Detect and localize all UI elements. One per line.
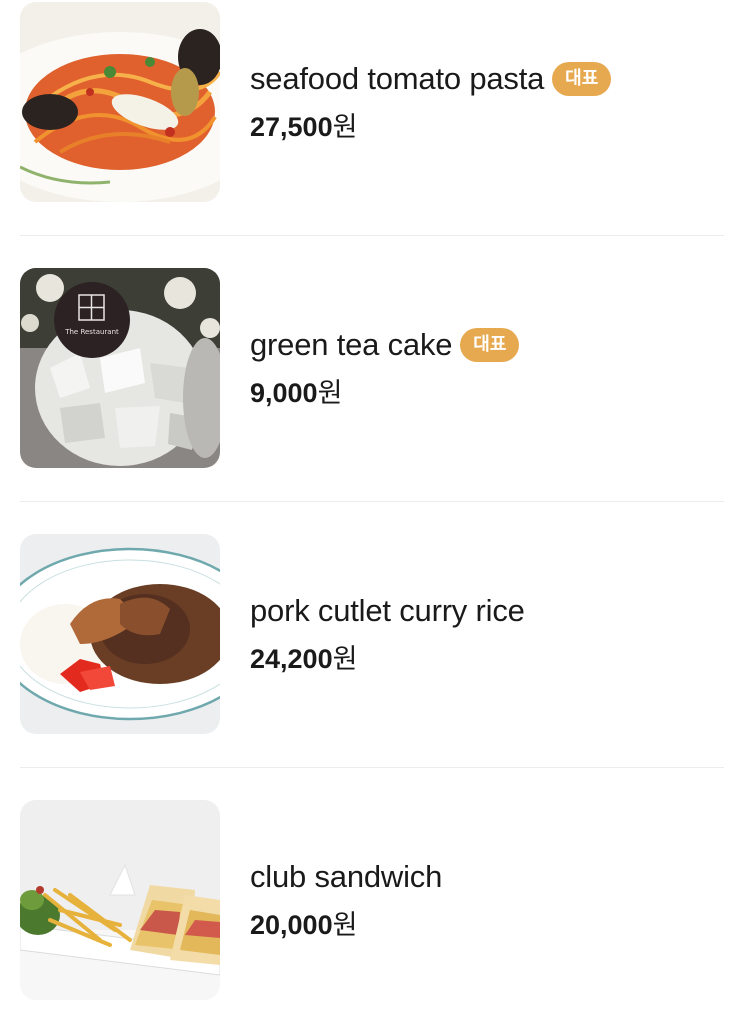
menu-item-price: 24,200 <box>250 644 333 674</box>
restaurant-logo-text: The Restaurant <box>64 328 119 336</box>
menu-item-name: club sandwich <box>250 859 443 894</box>
price-unit: 원 <box>332 910 358 941</box>
menu-item-name: pork cutlet curry rice <box>250 593 525 628</box>
menu-item-price: 27,500 <box>250 112 333 142</box>
menu-item-price: 9,000 <box>250 378 318 408</box>
signature-badge: 대표 <box>460 328 520 362</box>
menu-item-name: seafood tomato pasta <box>250 61 545 96</box>
menu-item-info: green tea cake 대표 9,000 원 <box>250 325 520 409</box>
price-unit: 원 <box>317 378 343 409</box>
menu-item-green-tea-cake[interactable]: The Restaurant green tea cake 대표 9,000 원 <box>20 236 724 502</box>
menu-photo-club-sandwich[interactable] <box>20 800 220 1000</box>
menu-item-price: 20,000 <box>250 910 333 940</box>
menu-item-info: pork cutlet curry rice 24,200 원 <box>250 591 525 675</box>
menu-photo-seafood-pasta[interactable] <box>20 2 220 202</box>
menu-item-seafood-tomato-pasta[interactable]: seafood tomato pasta 대표 27,500 원 <box>20 0 724 236</box>
menu-item-info: club sandwich 20,000 원 <box>250 857 443 941</box>
signature-badge: 대표 <box>552 62 612 96</box>
menu-photo-pork-cutlet-curry[interactable] <box>20 534 220 734</box>
price-unit: 원 <box>332 112 358 143</box>
menu-item-club-sandwich[interactable]: club sandwich 20,000 원 <box>20 768 724 1034</box>
menu-item-name: green tea cake <box>250 327 453 362</box>
menu-item-info: seafood tomato pasta 대표 27,500 원 <box>250 59 612 143</box>
price-unit: 원 <box>332 644 358 675</box>
menu-photo-green-tea-cake[interactable]: The Restaurant <box>20 268 220 468</box>
menu-list: seafood tomato pasta 대표 27,500 원 The Res… <box>20 0 724 1034</box>
menu-item-pork-cutlet-curry-rice[interactable]: pork cutlet curry rice 24,200 원 <box>20 502 724 768</box>
